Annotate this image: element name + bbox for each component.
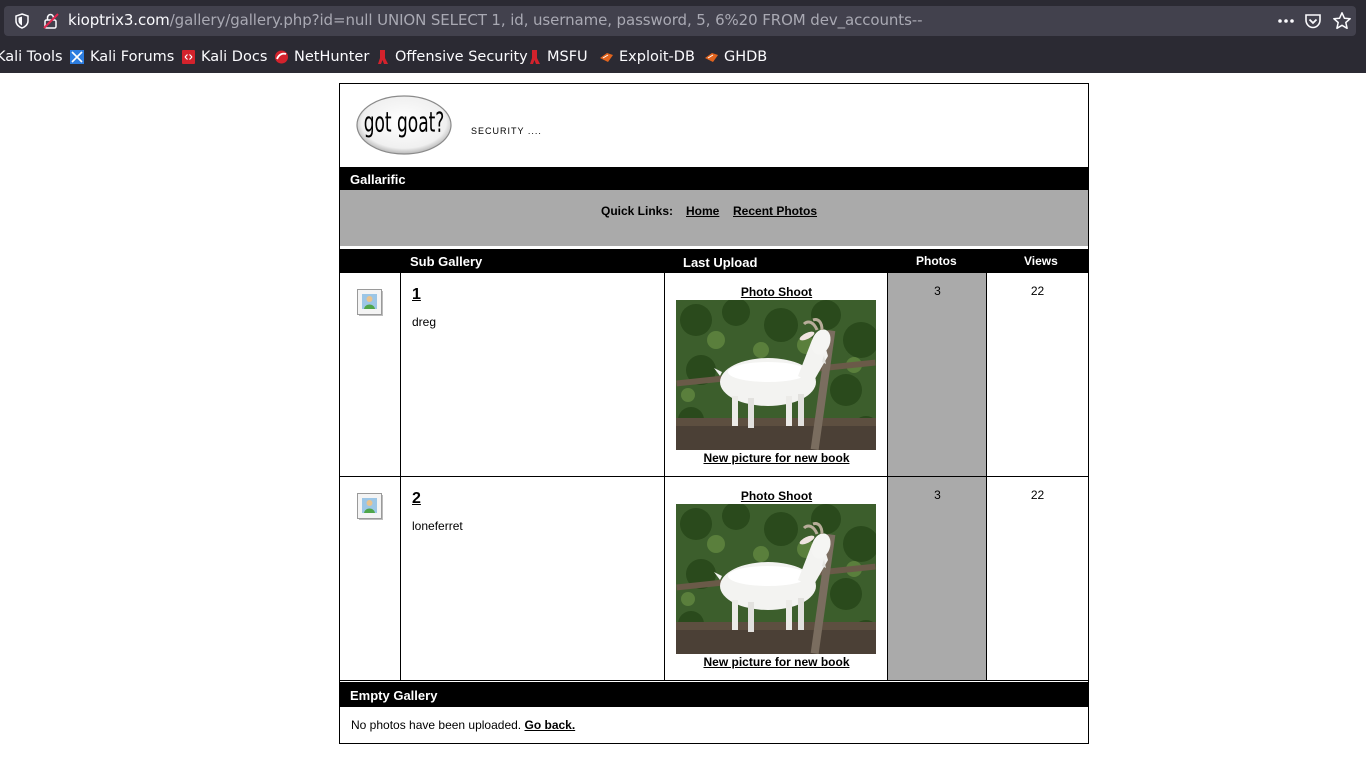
photos-count-cell: 3: [888, 477, 987, 680]
empty-gallery-message: No photos have been uploaded. Go back.: [351, 718, 575, 732]
table-header: Sub Gallery Last Upload Photos Views: [340, 249, 1088, 273]
photos-count: 3: [934, 488, 941, 502]
nethunter-icon: [275, 50, 288, 64]
bookmark-label: GHDB: [724, 49, 768, 65]
bookmark-kali-tools[interactable]: Kali Tools: [0, 46, 63, 68]
bookmark-label: Kali Tools: [0, 49, 63, 65]
column-sub-gallery: Sub Gallery: [410, 254, 483, 269]
site-header: got goat? SECURITY ....: [340, 84, 1088, 166]
empty-gallery-text: No photos have been uploaded.: [351, 718, 522, 732]
url-text[interactable]: kioptrix3.com/gallery/gallery.php?id=nul…: [68, 11, 923, 29]
pocket-icon[interactable]: [1304, 12, 1322, 30]
sub-gallery-owner: loneferret: [412, 519, 463, 533]
shield-icon[interactable]: [14, 13, 30, 29]
bookmark-label: Kali Docs: [201, 49, 268, 65]
bookmark-ghdb[interactable]: GHDB: [704, 46, 767, 68]
photo-shoot-link[interactable]: Photo Shoot: [665, 489, 888, 503]
bookmark-star-icon[interactable]: [1332, 11, 1352, 31]
goat-photo[interactable]: [676, 300, 876, 450]
sub-gallery-cell: 2 loneferret: [401, 477, 665, 680]
kali-forums-icon: [70, 50, 84, 64]
quick-links-bar: Quick Links: Home Recent Photos: [340, 190, 1088, 246]
empty-gallery-header: Empty Gallery: [340, 682, 1088, 707]
bookmark-label: Exploit-DB: [619, 49, 695, 65]
photos-count-cell: 3: [888, 273, 987, 476]
goat-photo[interactable]: [676, 504, 876, 654]
gallarific-header: Gallarific: [340, 167, 1088, 190]
views-count-cell: 22: [987, 273, 1088, 476]
sub-gallery-owner: dreg: [412, 315, 437, 329]
bookmark-label: Offensive Security: [395, 49, 528, 65]
gallery-thumbnail-icon[interactable]: [357, 493, 384, 521]
bookmark-kali-docs[interactable]: Kali Docs: [181, 46, 267, 68]
gallery-thumbnail-icon[interactable]: [357, 289, 384, 317]
views-count: 22: [1030, 284, 1045, 298]
page-actions-icon[interactable]: [1276, 13, 1296, 29]
bookmark-kali-forums[interactable]: Kali Forums: [69, 46, 174, 68]
column-last-upload: Last Upload: [683, 255, 758, 270]
photo-caption-link[interactable]: New picture for new book: [665, 655, 888, 669]
last-upload-cell: Photo Shoot New picture for new book: [665, 477, 888, 680]
msfu-icon: [530, 50, 540, 64]
sub-gallery-cell: 1 dreg: [401, 273, 665, 476]
offsec-icon: [378, 50, 388, 64]
bookmarks-toolbar: Kali Tools Kali Forums Kali Docs NetHunt…: [0, 44, 1366, 70]
row-icon-cell: [340, 477, 401, 680]
last-upload-cell: Photo Shoot New picture for new book: [665, 273, 888, 476]
go-back-link[interactable]: Go back.: [524, 718, 575, 732]
svg-text:got goat?: got goat?: [364, 106, 445, 139]
quick-links-label: Quick Links:: [601, 204, 674, 218]
url-host: kioptrix3.com: [68, 11, 170, 29]
url-bar[interactable]: kioptrix3.com/gallery/gallery.php?id=nul…: [4, 6, 1356, 36]
row-icon-cell: [340, 273, 401, 476]
bookmark-label: MSFU: [547, 49, 588, 65]
sub-gallery-link[interactable]: 2: [412, 490, 421, 508]
home-link[interactable]: Home: [686, 204, 719, 218]
gallery-page: got goat? SECURITY .... Gallarific Quick…: [339, 83, 1089, 744]
bookmark-label: NetHunter: [294, 49, 370, 65]
exploitdb-icon: [600, 53, 613, 62]
views-count-cell: 22: [987, 477, 1088, 680]
browser-toolbar: kioptrix3.com/gallery/gallery.php?id=nul…: [0, 0, 1366, 73]
got-goat-logo: got goat?: [356, 95, 452, 155]
sub-gallery-link[interactable]: 1: [412, 286, 421, 304]
bookmark-offensive-security[interactable]: Offensive Security: [376, 46, 528, 68]
gallarific-title: Gallarific: [350, 172, 406, 187]
bookmark-nethunter[interactable]: NetHunter: [274, 46, 369, 68]
photo-caption-link[interactable]: New picture for new book: [665, 451, 888, 465]
site-tagline: SECURITY ....: [471, 126, 542, 136]
kali-docs-icon: [182, 50, 195, 64]
bookmark-label: Kali Forums: [90, 49, 175, 65]
photos-count: 3: [934, 284, 941, 298]
bookmark-msfu[interactable]: MSFU: [528, 46, 588, 68]
insecure-lock-icon[interactable]: [42, 13, 60, 29]
table-row: 1 dreg Photo Shoot New picture for new b…: [340, 273, 1088, 477]
url-path: /gallery/gallery.php?id=null UNION SELEC…: [169, 11, 923, 29]
photo-shoot-link[interactable]: Photo Shoot: [665, 285, 888, 299]
table-row: 2 loneferret Photo Shoot New picture for…: [340, 477, 1088, 681]
recent-photos-link[interactable]: Recent Photos: [733, 204, 817, 218]
ghdb-icon: [705, 53, 718, 62]
views-count: 22: [1030, 488, 1045, 502]
column-photos: Photos: [916, 254, 957, 268]
bookmark-exploit-db[interactable]: Exploit-DB: [599, 46, 695, 68]
empty-gallery-title: Empty Gallery: [350, 688, 438, 703]
column-views: Views: [1024, 254, 1058, 268]
